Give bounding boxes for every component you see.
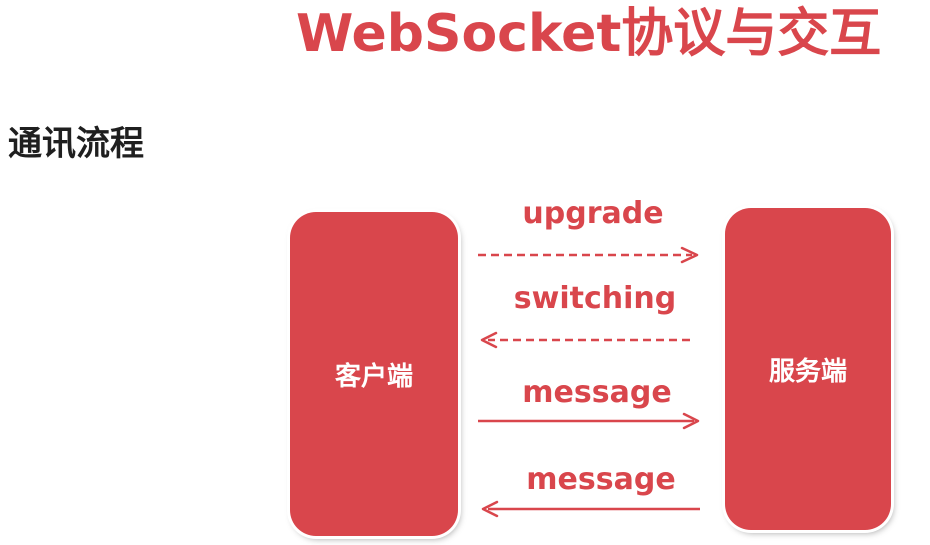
message-arrow-server-to-client: [481, 500, 700, 518]
message-arrows: [478, 246, 700, 518]
upgrade-arrow: [478, 246, 699, 264]
message-arrow-client-to-server: [478, 412, 700, 430]
switching-arrow: [480, 331, 690, 349]
